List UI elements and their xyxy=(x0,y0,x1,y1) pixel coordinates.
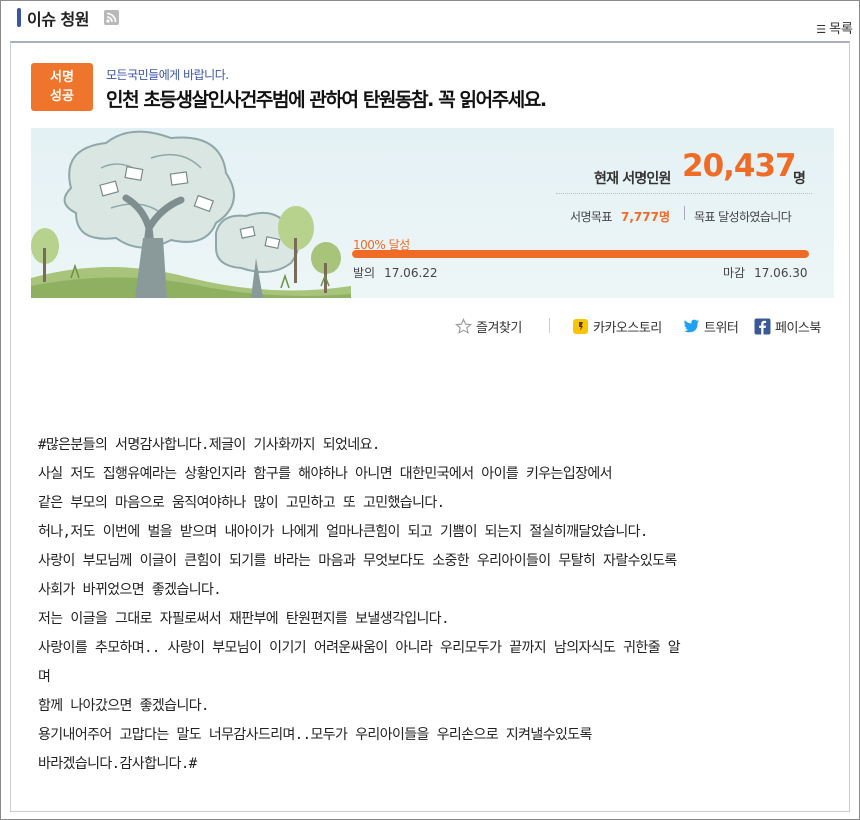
end-date: 마감 17.06.30 xyxy=(723,264,808,281)
progress-bar xyxy=(352,250,809,258)
facebook-share-button[interactable]: 페이스북 xyxy=(754,316,821,336)
petition-title: 인천 초등생살인사건주범에 관하여 탄원동참. 꼭 읽어주세요. xyxy=(106,89,547,111)
current-signatures-label: 현재 서명인원 xyxy=(594,171,671,187)
twitter-share-button[interactable]: 트위터 xyxy=(683,316,739,336)
body-line: 며 xyxy=(38,669,51,685)
body-line: 허나,저도 이번에 벌을 받으며 내아이가 나에게 얼마나큰힘이 되고 기쁨이 … xyxy=(38,524,648,540)
body-line: 같은 부모의 마음으로 움직여야하나 많이 고민하고 또 고민했습니다. xyxy=(38,495,445,511)
body-line: 사실 저도 집행유예라는 상황인지라 함구를 해야하나 아니면 대한민국에서 아… xyxy=(38,466,613,482)
kakaostory-icon xyxy=(573,318,588,334)
start-date: 발의 17.06.22 xyxy=(353,264,438,281)
petition-subtitle: 모든국민들에게 바랍니다. xyxy=(106,68,229,82)
facebook-label: 페이스북 xyxy=(775,320,821,336)
body-line: 저는 이글을 그대로 자필로써서 재판부에 탄원편지를 보낼생각입니다. xyxy=(38,611,450,627)
kakaostory-label: 카카오스토리 xyxy=(593,320,662,336)
body-line: 사랑이를 추모하며.. 사랑이 부모님이 이기기 어려운싸움이 아니라 우리모두… xyxy=(38,640,681,656)
start-date-label: 발의 xyxy=(353,266,376,280)
list-button-label: 목록 xyxy=(829,22,853,37)
current-signatures-unit: 명 xyxy=(793,171,806,187)
favorite-button[interactable]: 즐겨찾기 xyxy=(455,316,522,336)
section-title: 이슈 청원 xyxy=(27,10,89,29)
progress-bar-fill xyxy=(352,250,809,258)
rss-icon[interactable] xyxy=(104,10,119,25)
start-date-value: 17.06.22 xyxy=(384,266,438,280)
share-separator xyxy=(549,318,550,333)
facebook-icon xyxy=(754,318,771,334)
star-icon xyxy=(455,317,472,334)
goal-status: 목표 달성하였습니다 xyxy=(694,210,792,224)
body-line: 사회가 바뀌었으면 좋겠습니다. xyxy=(38,582,222,598)
success-badge: 서명 성공 xyxy=(31,63,93,111)
body-line: 용기내어주어 고맙다는 말도 너무감사드리며..모두가 우리아이들을 우리손으로… xyxy=(38,727,592,743)
current-signatures-count: 20,437 xyxy=(682,148,797,184)
stats-divider xyxy=(556,193,812,194)
twitter-icon xyxy=(683,319,700,332)
list-button[interactable]: ☰ 목록 xyxy=(816,18,853,37)
favorite-label: 즐겨찾기 xyxy=(476,320,522,336)
kakaostory-share-button[interactable]: 카카오스토리 xyxy=(572,316,662,336)
list-icon: ☰ xyxy=(816,23,827,36)
body-line: #많은분들의 서명감사합니다.제글이 기사화까지 되었네요. xyxy=(38,437,380,453)
twitter-label: 트위터 xyxy=(704,320,739,336)
header-accent-bar xyxy=(17,8,21,27)
goal-separator xyxy=(684,206,685,220)
section-header: 이슈 청원 ☰ 목록 xyxy=(1,1,859,41)
end-date-value: 17.06.30 xyxy=(754,266,808,280)
tree-illustration xyxy=(31,130,351,298)
badge-line-1: 서명 xyxy=(50,70,74,85)
goal-value: 7,777명 xyxy=(621,210,670,224)
body-line: 사랑이 부모님께 이글이 큰힘이 되기를 바라는 마음과 무엇보다도 소중한 우… xyxy=(38,553,677,569)
goal-label: 서명목표 xyxy=(570,210,612,224)
body-line: 함께 나아갔으면 좋겠습니다. xyxy=(38,698,209,714)
end-date-label: 마감 xyxy=(723,266,746,280)
badge-line-2: 성공 xyxy=(50,89,74,104)
petition-body: #많은분들의 서명감사합니다.제글이 기사화까지 되었네요. 사실 저도 집행유… xyxy=(38,431,828,779)
body-line: 바라겠습니다.감사합니다.# xyxy=(38,756,197,772)
